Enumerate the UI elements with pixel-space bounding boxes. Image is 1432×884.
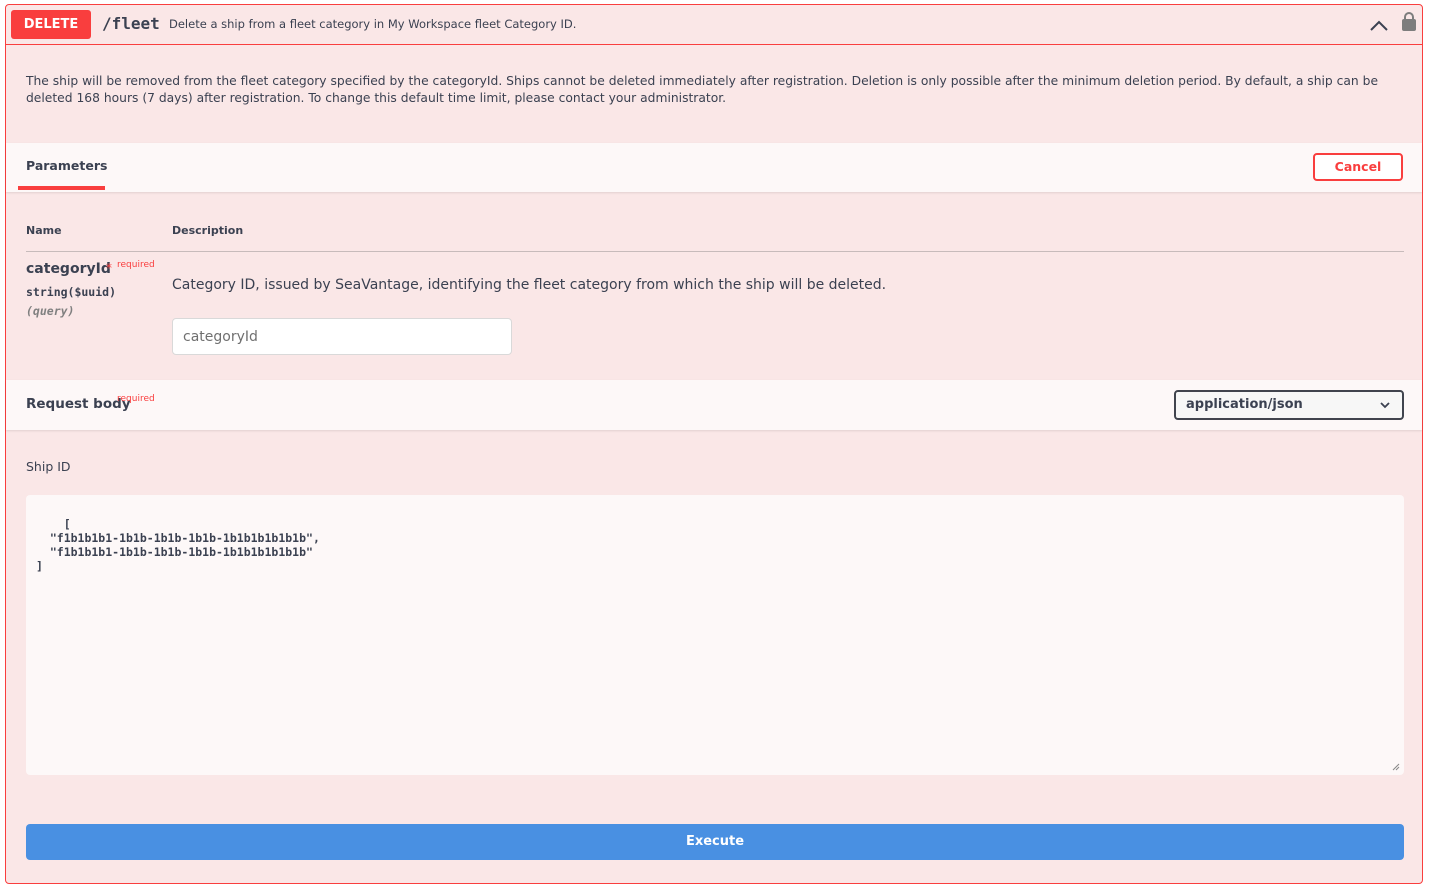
parameters-header: Parameters Cancel	[6, 143, 1422, 192]
lock-icon[interactable]	[1402, 11, 1416, 31]
content-type-value: application/json	[1186, 397, 1303, 412]
operation-block: DELETE /fleet Delete a ship from a fleet…	[5, 4, 1423, 884]
chevron-up-icon[interactable]	[1369, 17, 1389, 33]
method-badge: DELETE	[11, 10, 91, 39]
execute-button[interactable]: Execute	[26, 824, 1404, 860]
operation-summary-text: Delete a ship from a fleet category in M…	[169, 17, 577, 31]
chevron-down-icon	[1380, 402, 1390, 409]
parameter-location: (query)	[26, 304, 75, 318]
category-id-input[interactable]	[172, 318, 512, 355]
ship-id-label: Ship ID	[26, 459, 71, 474]
operation-description: The ship will be removed from the fleet …	[26, 74, 1379, 105]
tab-parameters[interactable]: Parameters	[26, 158, 107, 173]
request-body-value: [ "f1b1b1b1-1b1b-1b1b-1b1b-1b1b1b1b1b1b"…	[36, 517, 320, 573]
parameter-description: Category ID, issued by SeaVantage, ident…	[172, 277, 887, 293]
parameter-name: categoryId	[26, 261, 111, 277]
cancel-button[interactable]: Cancel	[1313, 153, 1403, 181]
table-divider	[26, 251, 1404, 252]
content-type-select[interactable]: application/json	[1174, 390, 1404, 420]
request-body-title: Request body	[26, 396, 131, 412]
parameter-type: string($uuid)	[26, 285, 117, 299]
tab-active-indicator	[18, 186, 105, 190]
required-star: *	[106, 261, 112, 275]
operation-summary[interactable]: DELETE /fleet Delete a ship from a fleet…	[6, 5, 1422, 45]
request-body-editor[interactable]: [ "f1b1b1b1-1b1b-1b1b-1b1b-1b1b1b1b1b1b"…	[26, 495, 1404, 775]
operation-path: /fleet	[102, 14, 160, 33]
required-label: required	[117, 260, 155, 270]
request-body-header: Request body required application/json	[6, 380, 1422, 430]
column-header-name: Name	[26, 224, 62, 237]
resize-handle-icon[interactable]	[1392, 763, 1400, 771]
column-header-description: Description	[172, 224, 244, 237]
request-body-required-label: required	[117, 394, 155, 404]
